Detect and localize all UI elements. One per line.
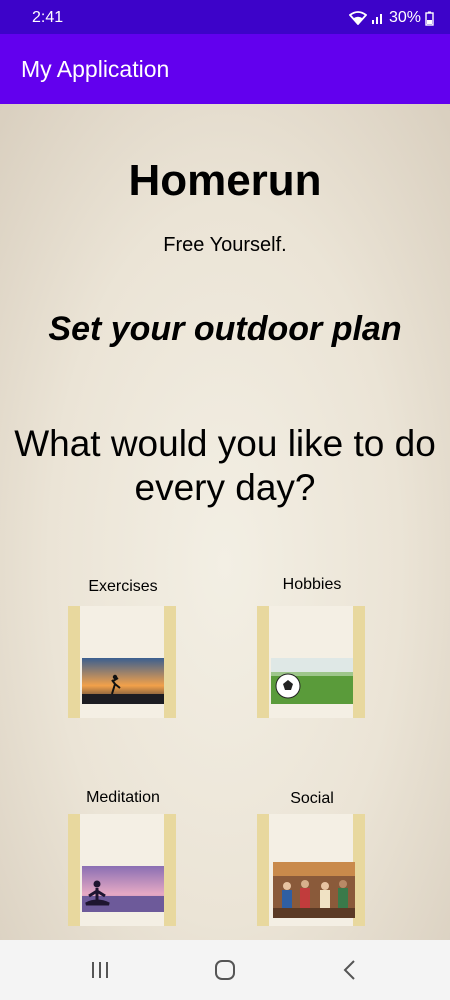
page-subtitle: Free Yourself. [163,234,287,256]
meditation-image [82,866,164,912]
plan-heading: Set your outdoor plan [48,310,402,348]
tile-label-social: Social [290,790,334,807]
daily-question: What would you like to do every day? [14,423,436,508]
hobbies-image [271,658,353,704]
tile-label-exercises: Exercises [88,578,158,595]
app-bar: My Application [0,34,450,104]
status-icons: 30% [348,9,434,27]
tile-exercises[interactable]: Exercises [68,578,188,726]
social-image [273,862,355,918]
page-title: Homerun [128,156,322,205]
tile-hobbies[interactable]: Hobbies [257,576,377,726]
tile-meditation[interactable]: Meditation [68,789,188,934]
status-time: 2:41 [32,9,64,26]
tile-label-hobbies: Hobbies [282,576,342,593]
tile-label-meditation: Meditation [86,789,160,806]
app-title: My Application [21,56,170,82]
back-icon[interactable] [336,956,364,984]
exercises-image [82,658,164,704]
battery-icon [425,11,434,26]
home-icon[interactable] [211,956,239,984]
battery-percent: 30% [388,9,421,26]
tile-social[interactable]: Social [257,790,377,934]
main-content: Homerun Free Yourself. Set your outdoor … [0,104,450,940]
wifi-icon [348,11,367,25]
recent-apps-icon[interactable] [86,956,114,984]
signal-icon [371,14,382,24]
status-bar: 2:41 30% [0,0,450,34]
navigation-bar [0,940,450,1000]
